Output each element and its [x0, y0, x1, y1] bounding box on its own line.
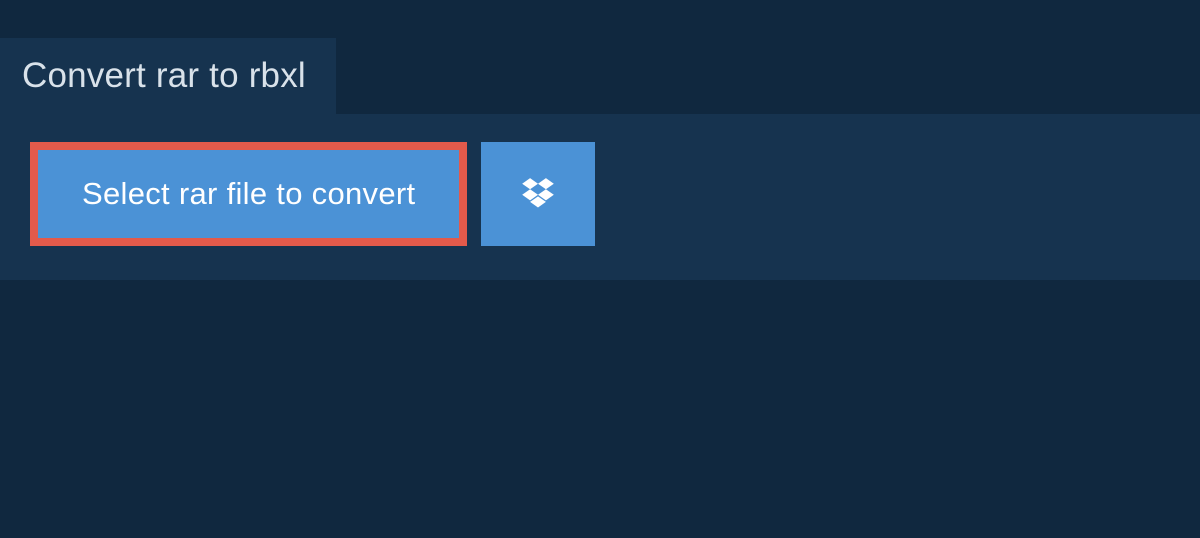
- select-file-button[interactable]: Select rar file to convert: [30, 142, 467, 246]
- upload-panel: Select rar file to convert: [0, 114, 1200, 280]
- dropbox-button[interactable]: [481, 142, 595, 246]
- tab-convert[interactable]: Convert rar to rbxl: [0, 38, 336, 114]
- dropbox-icon: [519, 175, 557, 213]
- button-row: Select rar file to convert: [30, 142, 1170, 246]
- tab-label: Convert rar to rbxl: [22, 56, 306, 95]
- select-file-label: Select rar file to convert: [82, 176, 415, 212]
- tab-bar: Convert rar to rbxl: [0, 38, 1200, 114]
